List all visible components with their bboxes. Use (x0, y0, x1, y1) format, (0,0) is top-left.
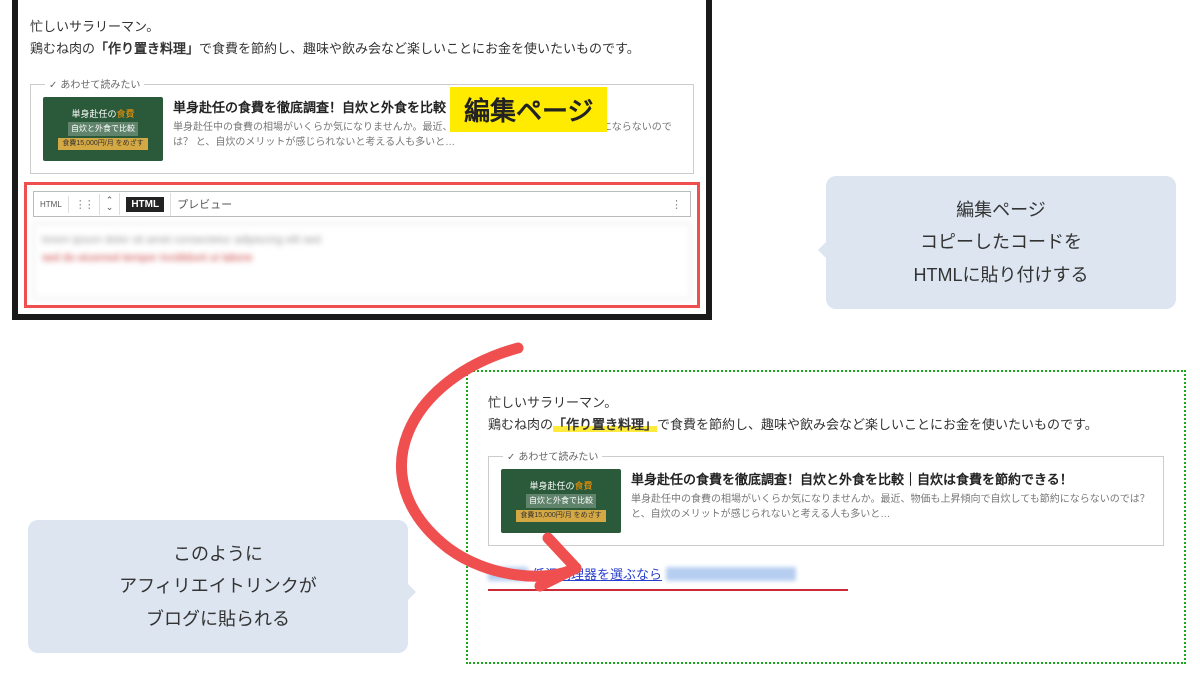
html-badge: HTML (126, 197, 164, 212)
related-article-card[interactable]: ✓あわせて読みたい 単身赴任の食費 自炊と外食で比較 食費15,000円/月 を… (488, 456, 1164, 546)
related-description: 単身赴任中の食費の相場がいくらか気になりませんか。最近、物価も上昇傾向で自炊して… (631, 492, 1151, 522)
thumb-text-orange: 食費 (117, 109, 135, 119)
related-thumbnail: 単身赴任の食費 自炊と外食で比較 食費15,000円/月 をめざす (501, 469, 621, 533)
toolbar-more-menu[interactable]: ⋮ (663, 194, 690, 215)
related-label-text: あわせて読みたい (518, 452, 598, 463)
related-title: 単身赴任の食費を徹底調査！自炊と外食を比較｜自炊は食費を節約できる！ (631, 469, 1151, 488)
html-small-label: HTML (40, 200, 62, 209)
thumb-row1: 単身赴任の食費 (71, 108, 134, 122)
related-body: 単身赴任の食費を徹底調査！自炊と外食を比較｜自炊は食費を節約できる！ 単身赴任中… (631, 469, 1151, 533)
blurred-text (488, 567, 528, 581)
editor-line1: 忙しいサラリーマン。 (30, 16, 694, 38)
speech-bubble-left: このように アフィリエイトリンクが ブログに貼られる (28, 520, 408, 653)
text-bold-fragment: 「作り置き料理」 (553, 417, 657, 432)
check-icon: ✓ (49, 80, 57, 91)
related-label-text: あわせて読みたい (60, 80, 140, 91)
kebab-icon: ⋮ (671, 199, 682, 211)
html-code-block: HTML ⋮⋮ ⌃⌄ HTML プレビュー ⋮ lorem ipsum dolo… (24, 182, 700, 308)
speech-bubble-right: 編集ページ コピーしたコードを HTMLに貼り付けする (826, 176, 1176, 309)
move-arrows-icon: ⌃⌄ (106, 197, 114, 211)
preview-label: プレビュー (177, 196, 232, 212)
thumb-row3: 食費15,000円/月 をめざす (58, 138, 147, 151)
toolbar-move[interactable]: ⌃⌄ (100, 193, 121, 215)
bubble-line: 編集ページ (848, 194, 1154, 226)
label-edit-page: 編集ページ (450, 87, 607, 132)
related-thumbnail: 単身赴任の食費 自炊と外食で比較 食費15,000円/月 をめざす (43, 97, 163, 161)
thumb-text: 単身赴任の (529, 481, 574, 491)
text-fragment: 鶏むね肉の (488, 417, 553, 432)
code-line: lorem ipsum dolor sit amet consectetur a… (42, 232, 682, 250)
thumb-text-orange: 食費 (575, 481, 593, 491)
related-label: ✓あわせて読みたい (503, 448, 602, 463)
check-icon: ✓ (507, 452, 515, 463)
block-toolbar: HTML ⋮⋮ ⌃⌄ HTML プレビュー ⋮ (33, 191, 691, 217)
toolbar-preview-tab[interactable]: プレビュー (171, 192, 238, 216)
blurred-text (666, 567, 796, 581)
affiliate-link-row: 低温調理器を選ぶなら (488, 564, 848, 591)
publish-line1: 忙しいサラリーマン。 (488, 392, 1164, 414)
thumb-row1: 単身赴任の食費 (529, 480, 592, 494)
publish-line2: 鶏むね肉の「作り置き料理」で食費を節約し、趣味や飲み会など楽しいことにお金を使い… (488, 414, 1164, 436)
affiliate-link[interactable]: 低温調理器を選ぶなら (532, 564, 662, 583)
toolbar-drag-handle[interactable]: ⋮⋮ (69, 194, 100, 215)
bubble-line: HTMLに貼り付けする (848, 259, 1154, 291)
thumb-row2: 自炊と外食で比較 (68, 122, 138, 136)
bubble-line: アフィリエイトリンクが (50, 570, 386, 602)
text-fragment: で食費を節約し、趣味や飲み会など楽しいことにお金を使いたいものです。 (657, 417, 1098, 432)
text-bold-fragment: 「作り置き料理」 (95, 41, 199, 56)
toolbar-block-type[interactable]: HTML (34, 196, 69, 213)
thumb-text: 単身赴任の (71, 109, 116, 119)
editor-panel: 忙しいサラリーマン。 鶏むね肉の「作り置き料理」で食費を節約し、趣味や飲み会など… (12, 0, 712, 320)
bubble-line: このように (50, 538, 386, 570)
bubble-line: ブログに貼られる (50, 603, 386, 635)
editor-line2: 鶏むね肉の「作り置き料理」で食費を節約し、趣味や飲み会など楽しいことにお金を使い… (30, 38, 694, 60)
bubble-line: コピーしたコードを (848, 226, 1154, 258)
text-fragment: で食費を節約し、趣味や飲み会など楽しいことにお金を使いたいものです。 (199, 41, 640, 56)
text-fragment: 鶏むね肉の (30, 41, 95, 56)
thumb-row3: 食費15,000円/月 をめざす (516, 510, 605, 523)
code-content-blurred[interactable]: lorem ipsum dolor sit amet consectetur a… (33, 223, 691, 299)
thumb-row2: 自炊と外食で比較 (526, 494, 596, 508)
toolbar-html-tab[interactable]: HTML (120, 193, 171, 216)
published-panel: 忙しいサラリーマン。 鶏むね肉の「作り置き料理」で食費を節約し、趣味や飲み会など… (466, 370, 1186, 664)
drag-icon: ⋮⋮ (75, 198, 93, 211)
code-line: sed do eiusmod tempor incididunt ut labo… (42, 250, 682, 268)
related-label: ✓あわせて読みたい (45, 76, 144, 91)
